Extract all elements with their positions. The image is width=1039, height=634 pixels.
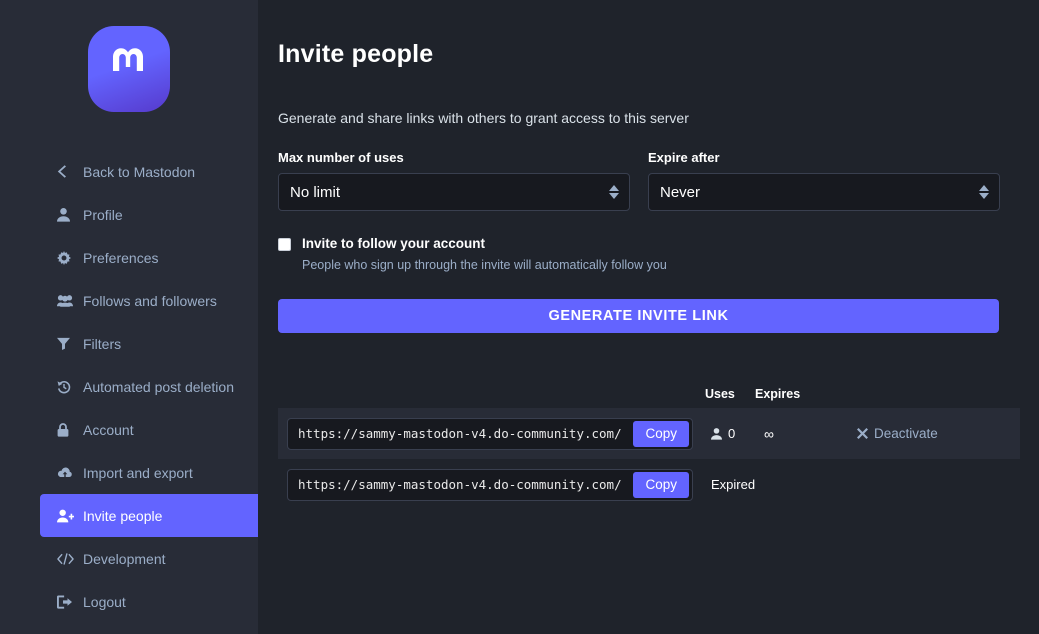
invite-follow-label: Invite to follow your account [302, 236, 486, 251]
filter-icon [57, 337, 76, 350]
sidebar-item-filters[interactable]: Filters [40, 322, 258, 365]
invite-follow-option: Invite to follow your account People who… [278, 236, 667, 272]
person-icon [711, 427, 722, 440]
sidebar-item-label: Back to Mastodon [83, 163, 196, 180]
main-content: Invite people Generate and share links w… [258, 0, 1039, 634]
expire-after-field: Expire after Never [648, 150, 1000, 211]
logout-icon [57, 594, 76, 609]
copy-button[interactable]: Copy [633, 471, 689, 498]
expire-after-value: Never [660, 183, 701, 201]
gear-icon [57, 250, 76, 265]
expire-after-label: Expire after [648, 150, 720, 165]
sidebar-item-label: Follows and followers [83, 292, 217, 309]
history-icon [57, 380, 76, 394]
lock-icon [57, 422, 76, 437]
sidebar-item-label: Import and export [83, 464, 193, 481]
sidebar-item-automated-post-deletion[interactable]: Automated post deletion [40, 365, 258, 408]
invites-table: Uses Expires https://sammy-mastodon-v4.d… [278, 380, 1020, 510]
sidebar-item-label: Profile [83, 206, 123, 223]
page-title: Invite people [278, 40, 434, 68]
invite-follow-checkbox[interactable] [278, 238, 291, 251]
sidebar-item-back-to-mastodon[interactable]: Back to Mastodon [40, 150, 258, 193]
sidebar-item-development[interactable]: Development [40, 537, 258, 580]
max-uses-field: Max number of uses No limit [278, 150, 630, 211]
generate-invite-link-button[interactable]: GENERATE INVITE LINK [278, 299, 999, 333]
invite-url-input[interactable]: https://sammy-mastodon-v4.do-community.c… [287, 468, 693, 501]
sidebar-item-label: Automated post deletion [83, 378, 234, 395]
sidebar-item-label: Invite people [83, 507, 163, 524]
sidebar-item-label: Logout [83, 593, 126, 610]
sidebar-item-logout[interactable]: Logout [40, 580, 258, 623]
chevron-updown-icon [979, 185, 989, 199]
chevron-updown-icon [609, 185, 619, 199]
chevron-left-icon [57, 165, 76, 178]
invite-url-cell: https://sammy-mastodon-v4.do-community.c… [287, 468, 697, 501]
invite-url-cell: https://sammy-mastodon-v4.do-community.c… [287, 417, 697, 450]
sidebar-item-label: Filters [83, 335, 122, 352]
max-uses-select[interactable]: No limit [278, 173, 630, 211]
mastodon-logo [88, 26, 170, 112]
table-header-row: Uses Expires [278, 380, 1020, 408]
deactivate-link[interactable]: Deactivate [857, 426, 938, 441]
invite-url-text: https://sammy-mastodon-v4.do-community.c… [298, 477, 622, 492]
sidebar-nav: Back to Mastodon Profile Preferences Fol… [0, 150, 258, 623]
sidebar-item-label: Development [83, 550, 166, 567]
invite-follow-hint: People who sign up through the invite wi… [302, 258, 667, 272]
invite-uses-cell: 0 [711, 426, 764, 441]
users-icon [57, 294, 76, 307]
expire-after-select[interactable]: Never [648, 173, 1000, 211]
sidebar-item-account[interactable]: Account [40, 408, 258, 451]
sidebar: Back to Mastodon Profile Preferences Fol… [0, 0, 258, 634]
user-plus-icon [57, 509, 76, 523]
invite-uses-count: 0 [728, 426, 736, 441]
cloud-upload-icon [57, 467, 76, 479]
app-window: Back to Mastodon Profile Preferences Fol… [0, 0, 1039, 634]
max-uses-value: No limit [290, 183, 341, 201]
invite-url-text: https://sammy-mastodon-v4.do-community.c… [298, 426, 622, 441]
table-row: https://sammy-mastodon-v4.do-community.c… [278, 459, 1020, 510]
max-uses-label: Max number of uses [278, 150, 404, 165]
sidebar-item-preferences[interactable]: Preferences [40, 236, 258, 279]
person-icon [57, 207, 76, 222]
sidebar-item-follows-and-followers[interactable]: Follows and followers [40, 279, 258, 322]
sidebar-item-label: Preferences [83, 249, 159, 266]
table-row: https://sammy-mastodon-v4.do-community.c… [278, 408, 1020, 459]
code-icon [57, 552, 76, 565]
copy-button[interactable]: Copy [633, 420, 689, 447]
sidebar-item-import-and-export[interactable]: Import and export [40, 451, 258, 494]
column-header-expires: Expires [755, 387, 801, 401]
logo-container [0, 0, 258, 138]
sidebar-item-profile[interactable]: Profile [40, 193, 258, 236]
invite-status-badge: Expired [711, 477, 756, 492]
close-icon [857, 428, 868, 439]
invite-settings-row: Max number of uses No limit Expire after… [278, 150, 1000, 211]
column-header-uses: Uses [705, 387, 735, 401]
sidebar-item-label: Account [83, 421, 134, 438]
sidebar-item-invite-people[interactable]: Invite people [40, 494, 258, 537]
invite-expires-cell: ∞ [764, 425, 774, 442]
deactivate-label: Deactivate [874, 426, 938, 441]
page-description: Generate and share links with others to … [278, 110, 689, 126]
invite-url-input[interactable]: https://sammy-mastodon-v4.do-community.c… [287, 417, 693, 450]
